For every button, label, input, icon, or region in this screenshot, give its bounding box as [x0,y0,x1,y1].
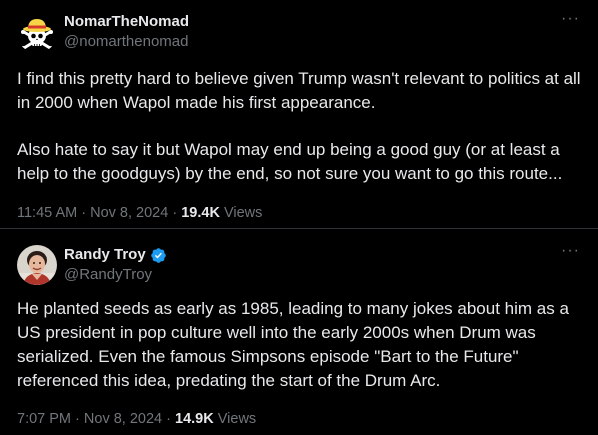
author-info: Randy Troy @RandyTroy [64,245,167,285]
more-options-icon[interactable]: ··· [561,243,580,259]
tweet-1[interactable]: NomarTheNomad @nomarthenomad ··· I find … [0,0,598,228]
timestamp-date[interactable]: Nov 8, 2024 [84,411,162,427]
separator: · [75,411,80,427]
display-name[interactable]: NomarTheNomad [64,12,189,32]
tweet-2[interactable]: Randy Troy @RandyTroy ··· He planted see… [0,228,598,435]
display-name[interactable]: Randy Troy [64,245,146,265]
timestamp-date[interactable]: Nov 8, 2024 [90,205,168,221]
tweet-meta: 11:45 AM · Nov 8, 2024 · 19.4K Views [17,205,262,221]
user-photo-icon [17,245,57,285]
user-handle[interactable]: @RandyTroy [64,265,167,285]
verified-badge-icon[interactable] [150,247,167,264]
views-label: Views [223,205,263,221]
straw-hat-jolly-roger-icon [17,13,57,53]
views-label: Views [217,411,257,427]
tweet-meta: 7:07 PM · Nov 8, 2024 · 14.9K Views [17,411,256,427]
timestamp-time[interactable]: 11:45 AM [17,205,77,221]
avatar[interactable] [17,13,57,53]
tweet-text: I find this pretty hard to believe given… [17,67,585,186]
separator: · [172,205,178,221]
tweet-paragraph: Also hate to say it but Wapol may end up… [17,140,563,183]
tweet-text: He planted seeds as early as 1985, leadi… [17,297,585,393]
user-handle[interactable]: @nomarthenomad [64,32,189,52]
author-info: NomarTheNomad @nomarthenomad [64,12,189,52]
timestamp-time[interactable]: 7:07 PM [17,411,71,427]
views-count[interactable]: 19.4K [181,205,220,221]
more-options-icon[interactable]: ··· [561,11,580,27]
views-count[interactable]: 14.9K [175,411,214,427]
tweet-paragraph: I find this pretty hard to believe given… [17,69,581,112]
tweet-paragraph: He planted seeds as early as 1985, leadi… [17,299,569,390]
separator: · [166,411,171,427]
separator: · [81,205,87,221]
avatar[interactable] [17,245,57,285]
